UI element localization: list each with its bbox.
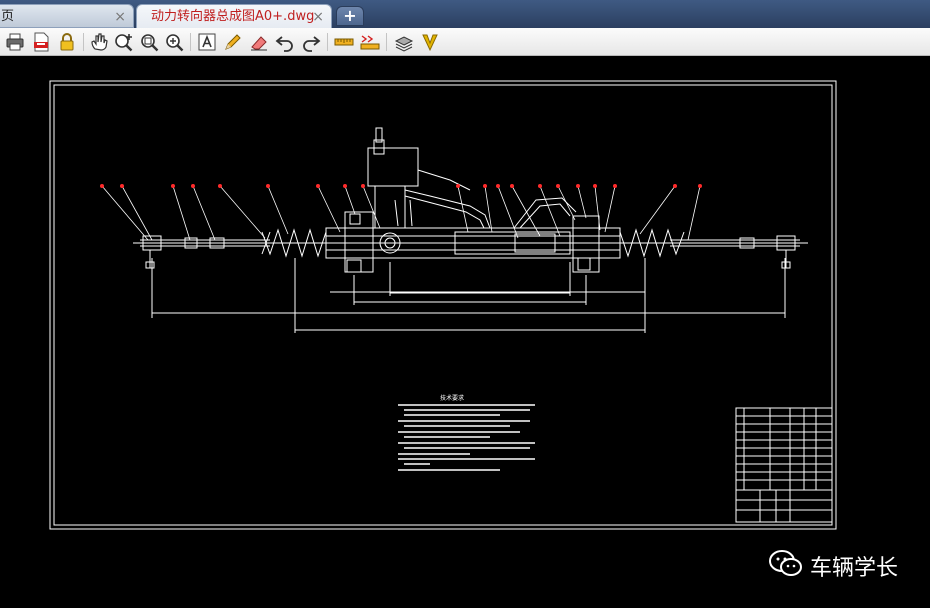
measure-area-icon xyxy=(360,35,380,50)
tab-drawing[interactable]: 动力转向器总成图A0+.dwg × xyxy=(136,4,332,28)
tab-label: 动力转向器总成图A0+.dwg xyxy=(151,9,315,24)
tab-home[interactable]: 页 × xyxy=(0,4,134,28)
drawing-outer-border xyxy=(49,80,837,530)
vip-icon xyxy=(422,34,438,52)
pencil-icon xyxy=(225,34,241,50)
text-tool-button[interactable] xyxy=(196,31,218,53)
lock-button[interactable] xyxy=(56,31,78,53)
zoom-window-icon xyxy=(141,34,159,52)
title-block xyxy=(735,407,833,523)
zoom-extents-button[interactable] xyxy=(163,31,185,53)
measure-distance-button[interactable] xyxy=(333,31,355,53)
watermark-text: 车辆学长 xyxy=(810,556,899,581)
steering-rack-assembly xyxy=(133,127,808,273)
plus-icon: + xyxy=(343,6,357,25)
technical-notes xyxy=(398,404,535,471)
close-icon[interactable]: × xyxy=(114,5,126,29)
redo-button[interactable] xyxy=(300,31,322,53)
new-tab-button[interactable]: + xyxy=(336,6,364,26)
drawing-canvas[interactable]: 技术要求 xyxy=(0,56,930,604)
export-pdf-button[interactable] xyxy=(30,31,52,53)
wechat-logo-icon xyxy=(769,550,802,576)
layers-icon xyxy=(394,36,414,52)
undo-button[interactable] xyxy=(274,31,296,53)
pan-hand-icon xyxy=(91,33,108,51)
zoom-window-button[interactable] xyxy=(138,31,160,53)
zoom-extents-icon xyxy=(166,34,184,52)
vip-button[interactable] xyxy=(419,31,441,53)
toolbar-separator xyxy=(327,33,328,51)
pan-button[interactable] xyxy=(88,31,110,53)
eraser-button[interactable] xyxy=(248,31,270,53)
tab-label: 页 xyxy=(1,9,15,24)
pdf-export-icon xyxy=(34,32,49,52)
notes-heading: 技术要求 xyxy=(440,394,464,402)
zoom-in-button[interactable] xyxy=(113,31,135,53)
pencil-button[interactable] xyxy=(222,31,244,53)
dimension-lines xyxy=(151,258,786,333)
lock-icon xyxy=(60,33,74,51)
zoom-in-icon xyxy=(115,34,133,52)
toolbar-separator xyxy=(190,33,191,51)
layers-button[interactable] xyxy=(393,31,415,53)
tab-bar: 页 × 动力转向器总成图A0+.dwg × + xyxy=(0,0,930,28)
toolbar-separator xyxy=(386,33,387,51)
printer-icon xyxy=(6,33,24,51)
undo-icon xyxy=(275,36,293,52)
measure-area-button[interactable] xyxy=(359,31,381,53)
toolbar xyxy=(0,28,930,56)
cad-drawing: 技术要求 xyxy=(49,80,837,530)
redo-icon xyxy=(303,36,321,52)
toolbar-separator xyxy=(83,33,84,51)
eraser-icon xyxy=(251,36,267,51)
part-leaders xyxy=(100,184,702,241)
measure-distance-icon xyxy=(334,38,354,46)
close-icon[interactable]: × xyxy=(312,5,324,29)
print-button[interactable] xyxy=(4,31,26,53)
text-tool-icon xyxy=(198,33,216,51)
